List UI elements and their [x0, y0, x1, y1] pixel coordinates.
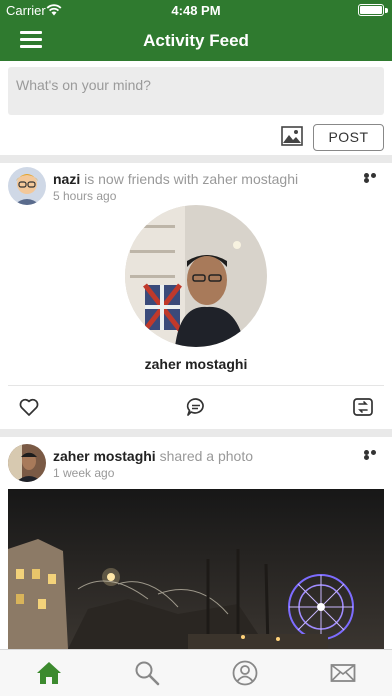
feed-item-friendship: nazi is now friends with zaher mostaghi …: [0, 163, 392, 429]
more-options-icon[interactable]: [364, 173, 384, 183]
avatar[interactable]: [8, 167, 46, 205]
search-icon[interactable]: [134, 660, 160, 686]
status-input[interactable]: What's on your mind?: [8, 67, 384, 115]
home-icon[interactable]: [36, 660, 62, 686]
repost-icon[interactable]: [352, 396, 374, 418]
feed-action-text: is now friends with zaher mostaghi: [84, 171, 299, 187]
feed-action-text: shared a photo: [159, 448, 253, 464]
feed-item-shared-photo: zaher mostaghi shared a photo 1 week ago: [0, 437, 392, 649]
battery-tip: [385, 8, 388, 13]
feed-separator: [0, 429, 392, 437]
image-icon[interactable]: [281, 126, 303, 146]
battery-icon: [358, 4, 384, 16]
page-title: Activity Feed: [143, 31, 249, 50]
status-input-placeholder: What's on your mind?: [16, 77, 151, 93]
feed-headline: nazi is now friends with zaher mostaghi: [53, 171, 298, 187]
card-divider: [8, 385, 384, 386]
feed-separator: [0, 155, 392, 163]
timestamp: 1 week ago: [53, 466, 115, 480]
shared-photo[interactable]: [8, 489, 384, 649]
top-bar: Carrier 4:48 PM Activity Feed: [0, 0, 392, 61]
comment-icon[interactable]: [185, 396, 207, 418]
profile-icon[interactable]: [232, 660, 258, 686]
avatar[interactable]: [8, 444, 46, 482]
status-bar: Carrier 4:48 PM: [0, 0, 392, 20]
post-button[interactable]: POST: [313, 124, 384, 151]
actor-name[interactable]: nazi: [53, 171, 80, 187]
clock: 4:48 PM: [171, 3, 221, 18]
mail-icon[interactable]: [330, 660, 356, 686]
more-options-icon[interactable]: [364, 450, 384, 460]
timestamp: 5 hours ago: [53, 189, 117, 203]
heart-icon[interactable]: [18, 396, 40, 418]
feed-headline: zaher mostaghi shared a photo: [53, 448, 253, 464]
friend-name[interactable]: zaher mostaghi: [0, 356, 392, 372]
nav-bar: Activity Feed: [0, 20, 392, 61]
tab-bar: [0, 649, 392, 696]
actor-name[interactable]: zaher mostaghi: [53, 448, 156, 464]
friend-photo[interactable]: [125, 205, 267, 347]
